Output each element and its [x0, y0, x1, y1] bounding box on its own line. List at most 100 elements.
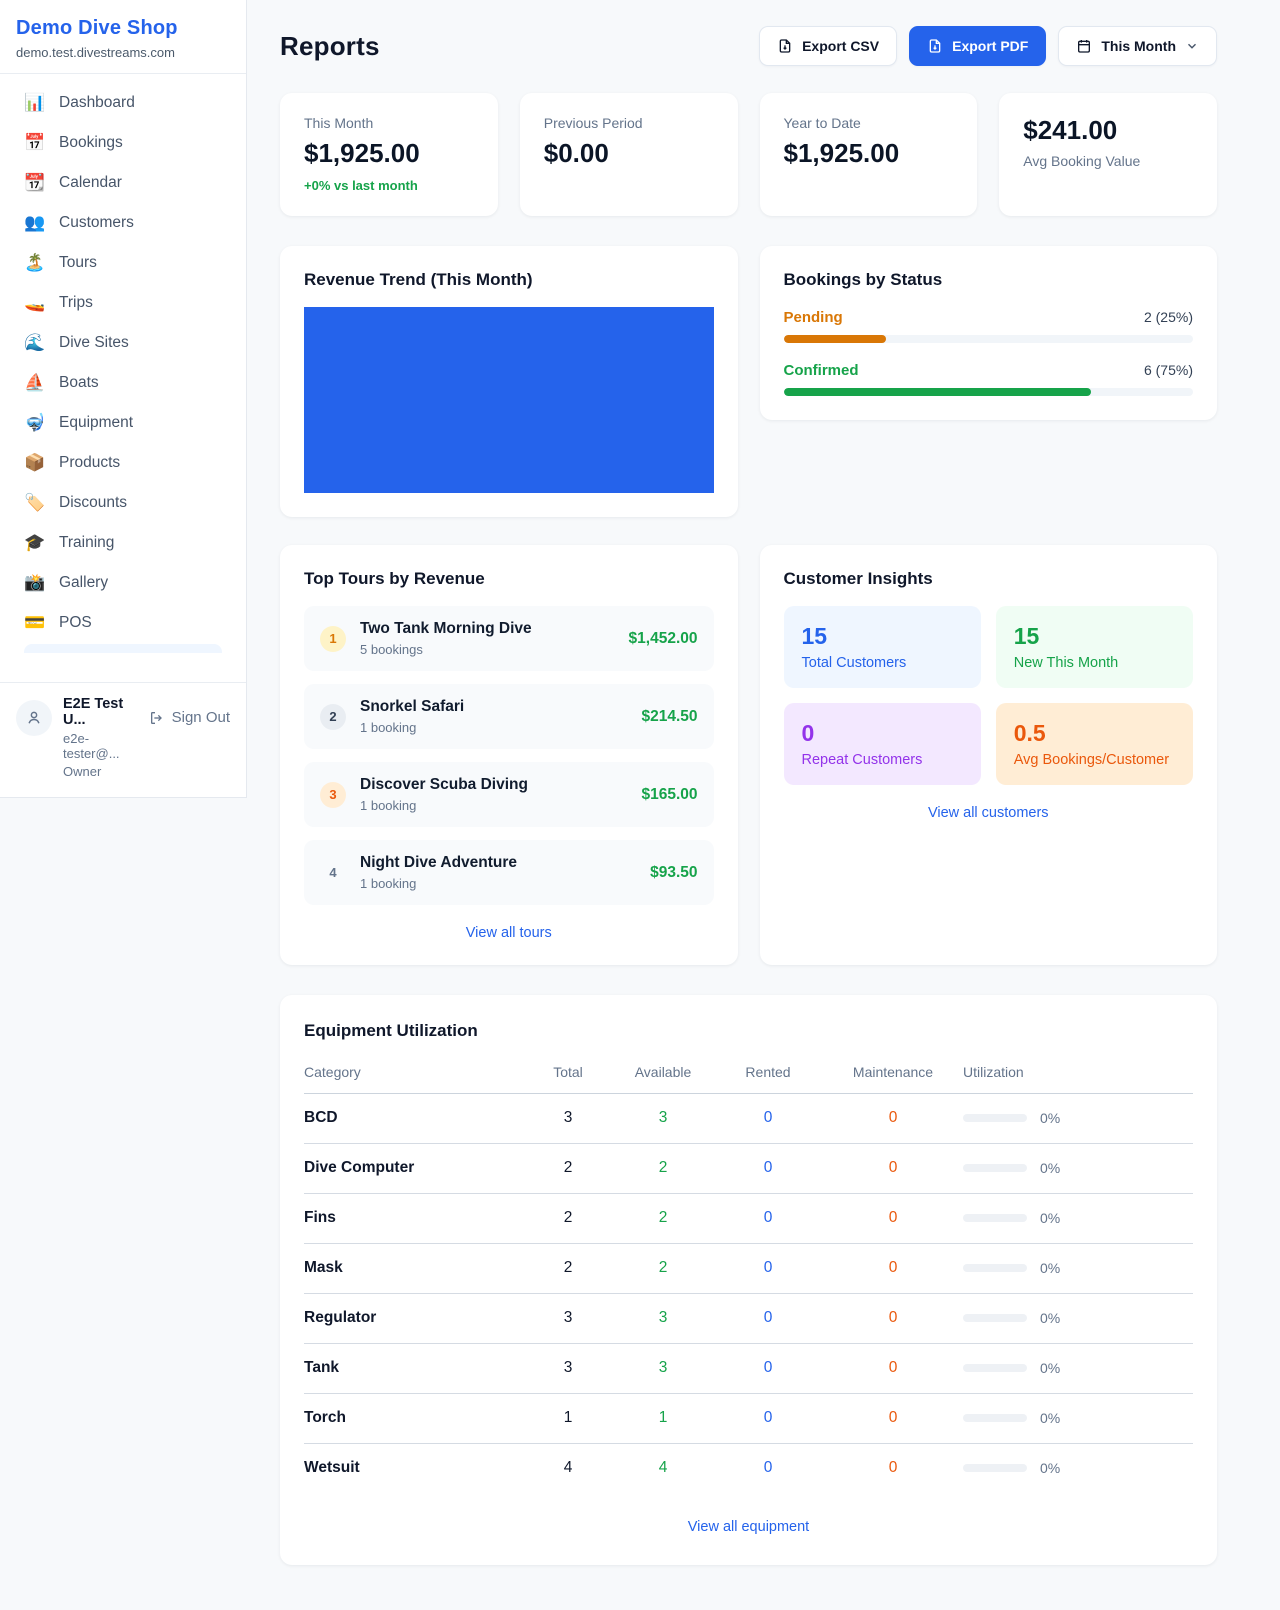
rank-badge: 4: [320, 860, 346, 886]
tour-name: Night Dive Adventure: [360, 854, 650, 872]
rank-badge: 1: [320, 626, 346, 652]
sailboat-icon: ⛵: [24, 373, 46, 393]
sidebar-header: Demo Dive Shop demo.test.divestreams.com: [0, 0, 246, 74]
tile-total-customers: 15 Total Customers: [784, 606, 981, 688]
sidebar-user-section: E2E Test U... e2e-tester@... Owner Sign …: [0, 682, 246, 797]
table-row: Tank 3 3 0 0 0%: [304, 1344, 1193, 1394]
charts-row: Revenue Trend (This Month) Bookings by S…: [280, 246, 1217, 517]
sidebar-item-label: POS: [59, 614, 92, 632]
sidebar-item-pos[interactable]: 💳 POS: [14, 604, 232, 642]
tour-name: Discover Scuba Diving: [360, 776, 641, 794]
col-available: Available: [613, 1064, 713, 1080]
header-actions: Export CSV Export PDF This Month: [759, 26, 1217, 66]
stat-card-previous-period: Previous Period $0.00: [520, 93, 738, 216]
sidebar-item-tours[interactable]: 🏝️Tours: [14, 244, 232, 282]
sidebar-item-equipment[interactable]: 🤿Equipment: [14, 404, 232, 442]
stat-label: Year to Date: [784, 115, 954, 131]
top-tours-card: Top Tours by Revenue 1 Two Tank Morning …: [280, 545, 738, 965]
main-content: Reports Export CSV Export PDF This Month…: [247, 0, 1280, 1565]
dashboard-icon: 📊: [24, 93, 46, 113]
credit-card-icon: 💳: [24, 613, 46, 633]
status-label: Confirmed: [784, 362, 859, 379]
sidebar-item-boats[interactable]: ⛵ Boats: [14, 364, 232, 402]
export-csv-button[interactable]: Export CSV: [759, 26, 897, 66]
tile-label: Avg Bookings/Customer: [1014, 752, 1175, 768]
sidebar-item-dive-sites[interactable]: 🌊Dive Sites: [14, 324, 232, 362]
tour-name: Two Tank Morning Dive: [360, 620, 629, 638]
sidebar-item-reports-partial[interactable]: [24, 644, 222, 653]
sidebar-item-label: Bookings: [59, 134, 123, 152]
sign-out-button[interactable]: Sign Out: [149, 709, 230, 726]
stat-value: $0.00: [544, 138, 714, 169]
graduation-cap-icon: 🎓: [24, 533, 46, 553]
sidebar-item-discounts[interactable]: 🏷️Discounts: [14, 484, 232, 522]
package-icon: 📦: [24, 453, 46, 473]
sidebar-nav: 📊 Dashboard 📅Bookings 📆Calendar 👥Customer…: [0, 74, 246, 682]
stat-delta: +0% vs last month: [304, 178, 474, 193]
stat-label: Previous Period: [544, 115, 714, 131]
sidebar-item-label: Gallery: [59, 574, 108, 592]
sidebar-item-label: Customers: [59, 214, 134, 232]
table-row: Torch 1 1 0 0 0%: [304, 1394, 1193, 1444]
view-all-tours-link[interactable]: View all tours: [304, 925, 714, 941]
wave-icon: 🌊: [24, 333, 46, 353]
sidebar-item-label: Products: [59, 454, 120, 472]
utilization-bar: [963, 1114, 1027, 1122]
file-download-icon: [927, 38, 943, 54]
sidebar-item-label: Dashboard: [59, 94, 135, 112]
sidebar-item-training[interactable]: 🎓Training: [14, 524, 232, 562]
tile-new-this-month: 15 New This Month: [996, 606, 1193, 688]
sidebar-item-customers[interactable]: 👥Customers: [14, 204, 232, 242]
col-utilization: Utilization: [963, 1064, 1193, 1080]
stat-card-avg-booking-value: $241.00 Avg Booking Value: [999, 93, 1217, 216]
tour-revenue: $165.00: [641, 786, 697, 804]
sidebar-item-calendar[interactable]: 📆Calendar: [14, 164, 232, 202]
col-rented: Rented: [713, 1064, 823, 1080]
camera-icon: 📸: [24, 573, 46, 593]
bookings-by-status-card: Bookings by Status Pending 2 (25%) Confi…: [760, 246, 1218, 420]
utilization-bar: [963, 1364, 1027, 1372]
status-row-confirmed: Confirmed 6 (75%): [784, 362, 1194, 396]
file-download-icon: [777, 38, 793, 54]
speedboat-icon: 🚤: [24, 293, 46, 313]
tour-revenue: $214.50: [641, 708, 697, 726]
tour-revenue: $93.50: [650, 864, 697, 882]
tour-list: 1 Two Tank Morning Dive5 bookings $1,452…: [304, 606, 714, 905]
stat-value: $241.00: [1023, 115, 1193, 146]
sidebar-item-gallery[interactable]: 📸 Gallery: [14, 564, 232, 602]
utilization-bar: [963, 1464, 1027, 1472]
sidebar-item-trips[interactable]: 🚤Trips: [14, 284, 232, 322]
tour-bookings: 1 booking: [360, 798, 641, 813]
view-all-equipment-link[interactable]: View all equipment: [304, 1519, 1193, 1535]
insights-row: Top Tours by Revenue 1 Two Tank Morning …: [280, 545, 1217, 965]
col-category: Category: [304, 1064, 523, 1080]
user-role: Owner: [63, 764, 138, 779]
avatar: [16, 700, 52, 736]
period-dropdown[interactable]: This Month: [1058, 26, 1217, 66]
shop-name: Demo Dive Shop: [16, 17, 230, 40]
utilization-bar: [963, 1314, 1027, 1322]
customer-insights-title: Customer Insights: [784, 569, 1194, 589]
tour-row: 2 Snorkel Safari1 booking $214.50: [304, 684, 714, 749]
tag-icon: 🏷️: [24, 493, 46, 513]
status-meter: [784, 335, 1194, 343]
col-maintenance: Maintenance: [823, 1064, 963, 1080]
tour-row: 3 Discover Scuba Diving1 booking $165.00: [304, 762, 714, 827]
revenue-trend-card: Revenue Trend (This Month): [280, 246, 738, 517]
table-row: BCD 3 3 0 0 0%: [304, 1094, 1193, 1144]
utilization-bar: [963, 1264, 1027, 1272]
col-total: Total: [523, 1064, 613, 1080]
sidebar-item-products[interactable]: 📦 Products: [14, 444, 232, 482]
bookings-by-status-title: Bookings by Status: [784, 270, 1194, 290]
revenue-trend-chart: [304, 307, 714, 493]
sidebar-item-label: Boats: [59, 374, 99, 392]
tour-name: Snorkel Safari: [360, 698, 641, 716]
utilization-bar: [963, 1214, 1027, 1222]
export-pdf-button[interactable]: Export PDF: [909, 26, 1046, 66]
tile-value: 0.5: [1014, 720, 1175, 747]
sidebar-item-bookings[interactable]: 📅Bookings: [14, 124, 232, 162]
sidebar-item-dashboard[interactable]: 📊 Dashboard: [14, 84, 232, 122]
stat-cards: This Month $1,925.00 +0% vs last month P…: [280, 93, 1217, 216]
revenue-trend-title: Revenue Trend (This Month): [304, 270, 714, 290]
view-all-customers-link[interactable]: View all customers: [784, 805, 1194, 821]
